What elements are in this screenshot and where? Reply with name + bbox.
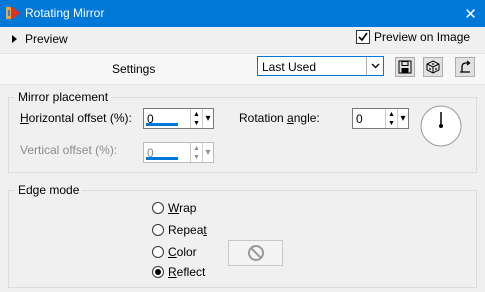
radio-circle	[152, 246, 164, 258]
angle-dial[interactable]	[419, 104, 463, 148]
reset-button[interactable]	[455, 57, 475, 77]
preview-on-image-label: Preview on Image	[374, 30, 471, 44]
radio-circle	[152, 266, 164, 278]
reset-icon	[460, 60, 471, 73]
edge-mode-color-radio[interactable]: Color	[152, 245, 197, 259]
edge-mode-reflect-radio[interactable]: Reflect	[152, 265, 205, 279]
preset-value: Last Used	[262, 60, 317, 74]
horizontal-offset-label: Horizontal offset (%):	[20, 111, 132, 125]
disabled-icon	[247, 245, 264, 261]
dice-icon	[426, 60, 440, 74]
save-preset-button[interactable]	[395, 57, 415, 77]
preview-toggle[interactable]: Preview	[12, 31, 68, 47]
value-slider-bar[interactable]	[146, 157, 178, 160]
preview-label: Preview	[25, 32, 68, 46]
vertical-offset-label: Vertical offset (%):	[20, 143, 118, 157]
edge-mode-reflect-label: Reflect	[168, 265, 206, 279]
edge-mode-color-label: Color	[168, 245, 197, 259]
close-button[interactable]: ✕	[456, 0, 485, 27]
radio-circle	[152, 202, 164, 214]
preview-on-image-checkbox[interactable]: Preview on Image	[356, 30, 470, 44]
value-slider-bar[interactable]	[146, 123, 178, 126]
checkbox-box	[356, 30, 370, 44]
edge-mode-wrap-radio[interactable]: Wrap	[152, 201, 196, 215]
edge-mode-wrap-label: Wrap	[168, 201, 197, 215]
window-title: Rotating Mirror	[25, 6, 105, 20]
slider-popup-icon[interactable]: ▾	[397, 109, 408, 128]
rotation-angle-value: 0	[356, 112, 363, 126]
slider-popup-icon[interactable]: ▾	[202, 109, 213, 128]
edge-mode-repeat-label: Repeat	[168, 223, 207, 237]
edge-mode-group	[8, 190, 477, 288]
slider-popup-icon[interactable]: ▾	[202, 143, 213, 162]
checkmark-icon	[358, 32, 368, 42]
settings-label: Settings	[112, 62, 156, 76]
radio-selected-dot	[155, 269, 161, 275]
app-icon	[6, 7, 20, 19]
chevron-down-icon	[366, 57, 383, 75]
vertical-offset-spinbox[interactable]: 0 ▲ ▼ ▾	[143, 142, 214, 163]
spin-updown-icon[interactable]: ▲ ▼	[190, 143, 202, 162]
edge-mode-repeat-radio[interactable]: Repeat	[152, 223, 207, 237]
rotation-angle-spinbox[interactable]: 0 ▲ ▼ ▾	[352, 108, 409, 129]
color-swatch-button[interactable]	[228, 240, 283, 266]
mirror-placement-title: Mirror placement	[15, 90, 112, 104]
randomize-button[interactable]	[423, 57, 443, 77]
spin-updown-icon[interactable]: ▲ ▼	[385, 109, 397, 128]
rotation-angle-label: Rotation angle:	[239, 111, 320, 125]
save-icon	[398, 60, 412, 74]
preset-dropdown[interactable]: Last Used	[257, 56, 384, 76]
radio-circle	[152, 224, 164, 236]
edge-mode-title: Edge mode	[15, 183, 83, 197]
horizontal-offset-spinbox[interactable]: 0 ▲ ▼ ▾	[143, 108, 214, 129]
spin-updown-icon[interactable]: ▲ ▼	[190, 109, 202, 128]
expand-triangle-icon	[12, 35, 17, 43]
